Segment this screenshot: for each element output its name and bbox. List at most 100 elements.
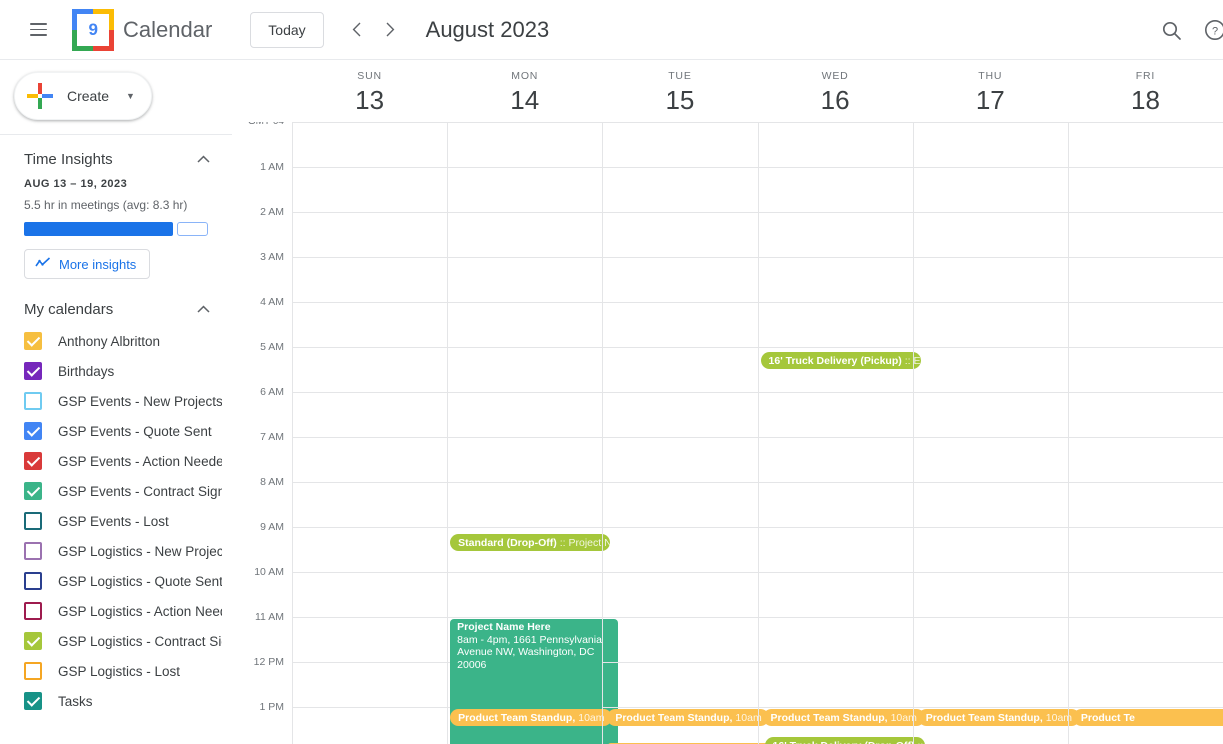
calendar-list-item-label: GSP Events - Action Needed xyxy=(58,453,222,469)
calendar-list-item[interactable]: GSP Events - Quote Sent xyxy=(0,416,232,446)
day-column-thu[interactable]: Product Team Standup,10amProject Name He… xyxy=(912,122,1080,744)
calendar-list-item[interactable]: Anthony Albritton xyxy=(0,326,232,356)
calendar-event[interactable]: Product Te xyxy=(1072,709,1223,726)
help-icon[interactable]: ? xyxy=(1193,8,1223,52)
hour-gridline xyxy=(1068,617,1223,618)
event-title: Product Team Standup, xyxy=(925,711,1043,724)
calendar-checkbox[interactable] xyxy=(24,512,42,530)
day-number: 13 xyxy=(355,85,385,115)
calendar-event[interactable]: Standard (Drop-Off):: Project Name He xyxy=(450,534,611,551)
calendar-logo[interactable]: 9 Calendar xyxy=(72,8,212,51)
time-gutter: GMT-04 1 AM 2 AM 3 AM 4 AM 5 AM 6 AM 7 AM 8 AM 9… xyxy=(232,122,292,744)
day-header-tue[interactable]: TUE 15 xyxy=(602,60,757,122)
create-button[interactable]: Create ▼ xyxy=(14,72,152,120)
event-title: Product Team Standup, xyxy=(615,711,733,724)
day-header-thu[interactable]: THU 17 xyxy=(913,60,1068,122)
calendar-checkbox[interactable] xyxy=(24,572,42,590)
hour-gridline xyxy=(1068,437,1223,438)
app-body: Create ▼ Time Insights AUG 13 – 19, 2023… xyxy=(0,60,1223,744)
calendar-list-item[interactable]: Tasks xyxy=(0,686,232,716)
day-abbreviation: SUN xyxy=(357,70,382,82)
hour-gridline xyxy=(913,347,1068,348)
chevron-up-icon[interactable] xyxy=(197,154,216,166)
hour-gridline xyxy=(448,392,603,393)
calendar-checkbox[interactable] xyxy=(24,362,42,380)
chevron-left-icon[interactable] xyxy=(340,13,374,47)
hour-gridline xyxy=(448,527,603,528)
hour-gridline xyxy=(758,347,913,348)
day-header-mon[interactable]: MON 14 xyxy=(447,60,602,122)
calendar-checkbox[interactable] xyxy=(24,602,42,620)
time-insights-header[interactable]: Time Insights xyxy=(0,145,232,174)
calendar-list: Anthony Albritton Birthdays GSP Events - N… xyxy=(0,324,232,716)
hour-gridline xyxy=(293,572,448,573)
time-insights-title: Time Insights xyxy=(24,151,113,168)
day-abbreviation: THU xyxy=(978,70,1003,82)
calendar-event[interactable]: Product Team Standup, 10am xyxy=(607,709,770,726)
hour-gridline xyxy=(293,617,448,618)
hour-gridline xyxy=(293,122,448,123)
day-column-sun[interactable] xyxy=(292,122,448,744)
event-title: Product Te xyxy=(1080,711,1135,724)
calendar-event[interactable]: 16' Truck Delivery (Pickup):: Event N xyxy=(760,352,921,369)
calendar-list-item[interactable]: GSP Logistics - Lost xyxy=(0,656,232,686)
hour-label: 5 AM xyxy=(260,341,284,353)
calendar-list-item[interactable]: Birthdays xyxy=(0,356,232,386)
hour-gridline xyxy=(913,617,1068,618)
calendar-list-item-label: Tasks xyxy=(58,693,93,709)
my-calendars-header[interactable]: My calendars xyxy=(0,295,232,324)
search-icon[interactable] xyxy=(1149,8,1193,52)
day-header-fri[interactable]: FRI 18 xyxy=(1068,60,1223,122)
calendar-scroll-region[interactable]: GMT-04 1 AM 2 AM 3 AM 4 AM 5 AM 6 AM 7 AM 8 AM 9… xyxy=(232,122,1223,744)
calendar-list-item-label: GSP Logistics - Action Neede xyxy=(58,603,222,619)
hour-gridline xyxy=(293,212,448,213)
calendar-list-item-label: GSP Events - New Projects xyxy=(58,393,222,409)
progress-bar-remainder xyxy=(177,222,208,236)
hour-label: 3 AM xyxy=(260,251,284,263)
calendar-checkbox[interactable] xyxy=(24,692,42,710)
timezone-label: GMT-04 xyxy=(248,122,284,127)
calendar-list-item-label: GSP Logistics - Quote Sent xyxy=(58,573,222,589)
calendar-list-item[interactable]: GSP Events - New Projects xyxy=(0,386,232,416)
calendar-list-item[interactable]: GSP Logistics - New Projects xyxy=(0,536,232,566)
chevron-up-icon[interactable] xyxy=(197,304,216,316)
sidebar: Create ▼ Time Insights AUG 13 – 19, 2023… xyxy=(0,60,232,744)
hour-gridline xyxy=(913,257,1068,258)
hour-label: 6 AM xyxy=(260,386,284,398)
calendar-event[interactable]: 16' Truck Delivery (Drop-Off):: Project xyxy=(764,737,925,744)
calendar-list-item[interactable]: GSP Logistics - Action Neede xyxy=(0,596,232,626)
hour-gridline xyxy=(448,617,603,618)
today-button[interactable]: Today xyxy=(250,11,324,48)
calendar-list-item-label: GSP Logistics - New Projects xyxy=(58,543,222,559)
calendar-checkbox[interactable] xyxy=(24,332,42,350)
calendar-checkbox[interactable] xyxy=(24,392,42,410)
header-actions: ? xyxy=(1149,0,1223,60)
hour-gridline xyxy=(758,617,913,618)
calendar-event[interactable]: Product Team Standup, 10am xyxy=(762,709,925,726)
calendar-list-item[interactable]: GSP Logistics - Quote Sent xyxy=(0,566,232,596)
calendar-checkbox[interactable] xyxy=(24,662,42,680)
calendar-list-item[interactable]: GSP Events - Lost xyxy=(0,506,232,536)
calendar-checkbox[interactable] xyxy=(24,482,42,500)
day-header-sun[interactable]: SUN 13 xyxy=(292,60,447,122)
hour-gridline xyxy=(603,437,758,438)
day-column-fri[interactable]: Product Te xyxy=(1067,122,1223,744)
hamburger-menu-icon[interactable] xyxy=(18,10,58,50)
calendar-event[interactable]: Product Team Standup, 10am xyxy=(450,709,613,726)
more-insights-button[interactable]: More insights xyxy=(24,249,151,279)
day-column-wed[interactable]: 16' Truck Delivery (Pickup):: Event NPro… xyxy=(757,122,925,744)
calendar-checkbox[interactable] xyxy=(24,422,42,440)
calendar-list-item[interactable]: GSP Events - Contract Signed xyxy=(0,476,232,506)
calendar-checkbox[interactable] xyxy=(24,632,42,650)
calendar-grid: GMT-04 1 AM 2 AM 3 AM 4 AM 5 AM 6 AM 7 AM 8 AM 9… xyxy=(232,122,1223,744)
day-header-wed[interactable]: WED 16 xyxy=(758,60,913,122)
day-column-mon[interactable]: Standard (Drop-Off):: Project Name HePro… xyxy=(447,122,619,744)
calendar-list-item[interactable]: GSP Events - Action Needed xyxy=(0,446,232,476)
day-column-tue[interactable]: Product Team Standup,10amWeekly Product … xyxy=(602,122,770,744)
event-detail: 10am xyxy=(578,711,605,724)
calendar-list-item[interactable]: GSP Logistics - Contract Sign xyxy=(0,626,232,656)
calendar-event[interactable]: Product Team Standup, 10am xyxy=(917,709,1080,726)
calendar-checkbox[interactable] xyxy=(24,542,42,560)
calendar-checkbox[interactable] xyxy=(24,452,42,470)
chevron-right-icon[interactable] xyxy=(374,13,408,47)
